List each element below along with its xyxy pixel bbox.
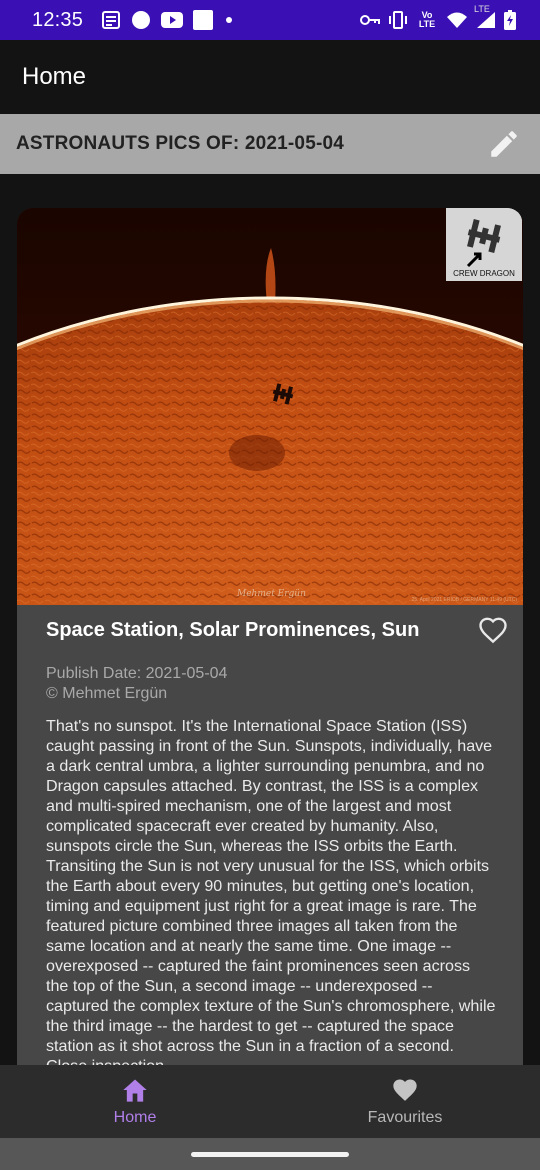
- status-left-icons: [101, 10, 235, 30]
- card-meta: Publish Date: 2021-05-04 © Mehmet Ergün: [46, 664, 509, 704]
- crew-dragon-inset: CREW DRAGON: [446, 208, 522, 281]
- youtube-icon: [161, 12, 184, 28]
- date-header-label: ASTRONAUTS PICS OF: 2021-05-04: [16, 133, 345, 154]
- vibrate-icon: [388, 11, 408, 29]
- heart-outline-icon: [479, 617, 507, 644]
- gesture-handle[interactable]: [191, 1152, 349, 1157]
- volte-icon: Vo LTE: [418, 10, 436, 29]
- square-icon: [193, 10, 214, 30]
- status-time: 12:35: [32, 8, 84, 31]
- status-right-icons: Vo LTE LTE: [360, 5, 516, 30]
- key-icon: [360, 13, 380, 27]
- apod-image[interactable]: CREW DRAGON Mehmet Ergün 25. April 2021 …: [17, 208, 523, 605]
- crew-dragon-label: CREW DRAGON: [453, 269, 515, 278]
- wifi-icon: [446, 11, 468, 29]
- favourite-button[interactable]: [477, 614, 509, 646]
- status-bar: 12:35 Vo LTE LTE: [0, 0, 540, 40]
- nav-item-favourites[interactable]: Favourites: [270, 1065, 540, 1138]
- date-header: ASTRONAUTS PICS OF: 2021-05-04: [0, 114, 540, 174]
- heart-icon: [393, 1079, 417, 1101]
- card-description: That's no sunspot. It's the Internationa…: [46, 717, 496, 1075]
- copyright: © Mehmet Ergün: [46, 685, 168, 702]
- news-icon: [101, 11, 121, 29]
- battery-icon: [504, 10, 516, 30]
- gesture-area: [0, 1138, 540, 1170]
- nav-label-favourites: Favourites: [367, 1109, 443, 1126]
- dot-icon: [223, 14, 235, 26]
- bottom-nav: Home Favourites: [0, 1065, 540, 1138]
- lte-text: LTE: [474, 4, 490, 14]
- image-caption: 25. April 2021 ERIOB / GERMANY 11:49 (UT…: [411, 597, 517, 603]
- title-row: Space Station, Solar Prominences, Sun: [46, 617, 509, 646]
- lte-signal-icon: LTE: [474, 5, 496, 29]
- edit-date-button[interactable]: [484, 124, 524, 164]
- card-body: Space Station, Solar Prominences, Sun Pu…: [17, 605, 523, 1076]
- app-bar: Home: [0, 40, 540, 114]
- card-title: Space Station, Solar Prominences, Sun: [46, 619, 420, 641]
- circle-icon: [131, 10, 151, 30]
- nav-item-home[interactable]: Home: [0, 1065, 270, 1138]
- image-signature: Mehmet Ergün: [237, 589, 306, 599]
- pencil-icon: [491, 131, 517, 157]
- publish-date: Publish Date: 2021-05-04: [46, 665, 228, 682]
- nav-label-home: Home: [113, 1109, 157, 1126]
- apod-card: CREW DRAGON Mehmet Ergün 25. April 2021 …: [17, 208, 523, 1108]
- home-icon: [123, 1079, 147, 1102]
- app-title: Home: [22, 63, 87, 90]
- screen: 12:35 Vo LTE LTE Home ASTRONAUTS PICS OF…: [0, 0, 540, 1170]
